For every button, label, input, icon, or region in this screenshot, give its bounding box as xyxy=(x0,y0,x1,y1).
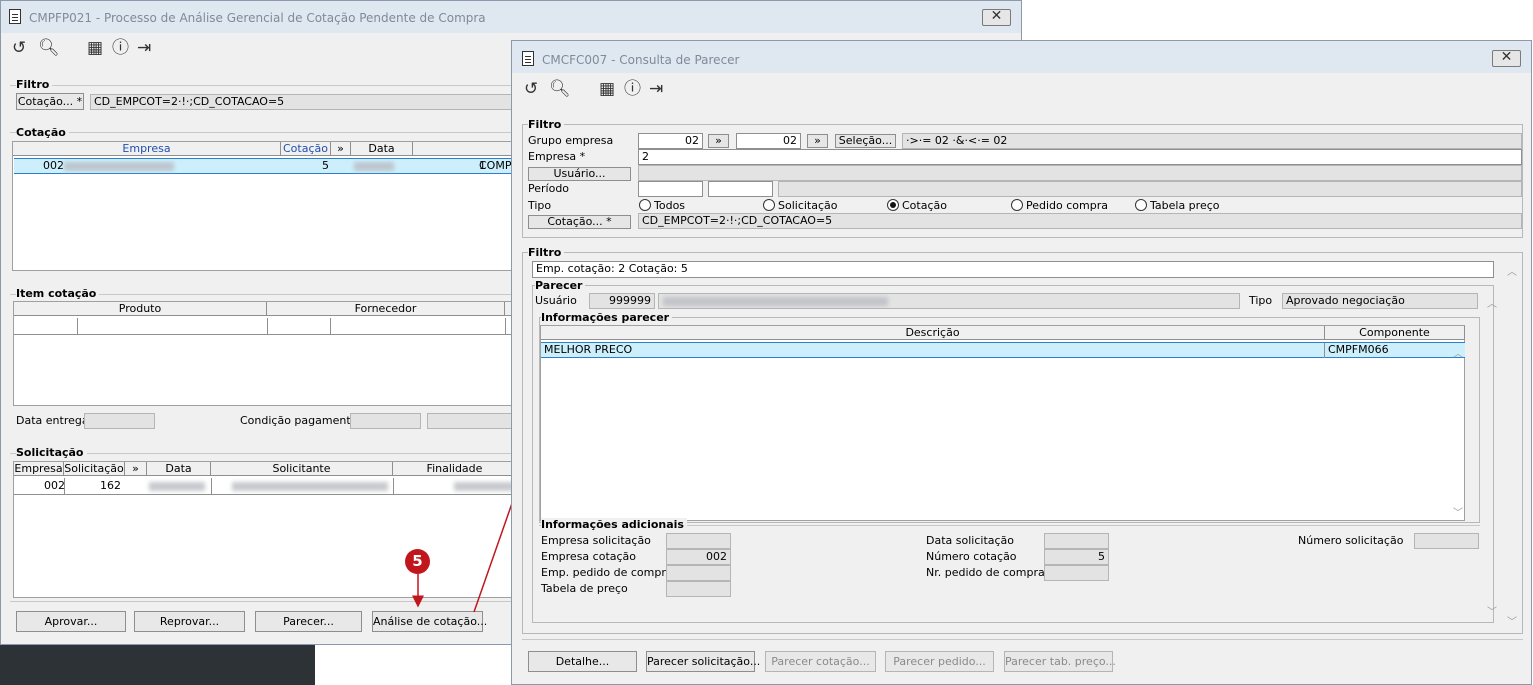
filtro2-title: Filtro xyxy=(528,246,565,259)
periodo-from-field[interactable] xyxy=(638,181,703,197)
data-solicitacao-label: Data solicitação xyxy=(926,534,1015,547)
informacoes-parecer-grid: Descrição Componente MELHOR PRECO CMPFM0… xyxy=(540,325,1465,521)
empresa-label: Empresa * xyxy=(528,150,586,163)
scroll-down-icon[interactable]: ﹀ xyxy=(1487,603,1497,618)
search-icon[interactable]: 🔍︎ xyxy=(549,80,571,98)
exit-icon[interactable]: ⇥ xyxy=(649,80,663,98)
radio-label-todos: Todos xyxy=(654,199,686,212)
radio-label-tabela-preco: Tabela preço xyxy=(1150,199,1220,212)
front-window: CMCFC007 - Consulta de Parecer ✕ ↺ 🔍︎ ▦ … xyxy=(511,40,1532,685)
scroll-up-icon[interactable]: ︿ xyxy=(1507,263,1517,278)
radio-label-cotacao: Cotação xyxy=(902,199,947,212)
radio-label-pedido-compra: Pedido compra xyxy=(1026,199,1108,212)
emp-pedido-field xyxy=(666,565,731,581)
empresa-cotacao-label: Empresa cotação xyxy=(541,550,637,563)
tipo-parecer-field: Aprovado negociação xyxy=(1282,293,1478,309)
numero-solicitacao-field xyxy=(1414,533,1479,549)
radio-pedido-compra[interactable] xyxy=(1011,199,1023,211)
detalhe-button[interactable]: Detalhe... xyxy=(528,651,637,672)
usuario-code-field: 999999 xyxy=(589,293,655,309)
grupo-empresa-from[interactable]: 02 xyxy=(638,133,703,149)
cotacao-filter-field: CD_EMPCOT=2·!·;CD_COTACAO=5 xyxy=(638,213,1522,229)
empresa-field[interactable]: 2 xyxy=(638,149,1522,165)
parecer-solicitacao-button[interactable]: Parecer solicitação... xyxy=(646,651,760,672)
scroll-down-icon[interactable]: ﹀ xyxy=(1507,613,1517,628)
divider xyxy=(522,639,1523,640)
table-row[interactable]: MELHOR PRECO CMPFM066 xyxy=(541,342,1465,358)
radio-solicitacao[interactable] xyxy=(763,199,775,211)
empresa-solicitacao-field xyxy=(666,533,731,549)
informacoes-adicionais-title: Informações adicionais xyxy=(541,518,687,531)
empresa-cotacao-field: 002 xyxy=(666,549,731,565)
selecao-button[interactable]: Seleção... xyxy=(835,134,896,148)
parecer-cotacao-button[interactable]: Parecer cotação... xyxy=(765,651,876,672)
parecer-title: Parecer xyxy=(535,279,586,292)
radio-tabela-preco[interactable] xyxy=(1135,199,1147,211)
tabela-preco-field xyxy=(666,581,731,597)
numero-cotacao-field: 5 xyxy=(1044,549,1109,565)
usuario-field xyxy=(638,165,1522,181)
front-window-title: CMCFC007 - Consulta de Parecer xyxy=(542,53,740,67)
data-solicitacao-field xyxy=(1044,533,1109,549)
radio-cotacao[interactable] xyxy=(887,199,899,211)
help-icon[interactable]: ⓘ xyxy=(624,80,641,98)
cell-componente: CMPFM066 xyxy=(1328,343,1389,356)
column-header-componente[interactable]: Componente xyxy=(1325,326,1465,340)
grupo-to-more-button[interactable]: » xyxy=(807,134,828,148)
scroll-up-icon[interactable]: ︿ xyxy=(1453,345,1463,360)
column-header-descricao[interactable]: Descrição xyxy=(541,326,1325,340)
close-button[interactable]: ✕ xyxy=(1492,50,1521,67)
nr-pedido-field xyxy=(1044,565,1109,581)
usuario-button[interactable]: Usuário... xyxy=(528,167,631,181)
selecao-field: ·>·= 02 ·&·<·= 02 xyxy=(902,133,1522,149)
filtro-title: Filtro xyxy=(528,118,565,131)
tipo-parecer-label: Tipo xyxy=(1249,294,1273,307)
scroll-up-icon[interactable]: ︿ xyxy=(1487,295,1497,310)
numero-cotacao-label: Número cotação xyxy=(926,550,1017,563)
redacted-name xyxy=(663,297,888,306)
parecer-tab-preco-button[interactable]: Parecer tab. preço... xyxy=(1004,651,1116,672)
usuario-name-field xyxy=(658,293,1240,309)
cell-descricao: MELHOR PRECO xyxy=(544,343,633,356)
emp-pedido-label: Emp. pedido de compra xyxy=(541,566,673,579)
parecer-pedido-button[interactable]: Parecer pedido... xyxy=(885,651,994,672)
filtro-summary-field: Emp. cotação: 2 Cotação: 5 xyxy=(532,261,1494,278)
front-window-titlebar: CMCFC007 - Consulta de Parecer ✕ xyxy=(512,41,1531,73)
periodo-to-field[interactable] xyxy=(708,181,773,197)
grupo-empresa-label: Grupo empresa xyxy=(528,134,614,147)
radio-todos[interactable] xyxy=(639,199,651,211)
scroll-down-icon[interactable]: ﹀ xyxy=(1453,504,1463,519)
nr-pedido-label: Nr. pedido de compra xyxy=(926,566,1045,579)
grupo-empresa-to[interactable]: 02 xyxy=(736,133,801,149)
calendar-icon[interactable]: ▦ xyxy=(599,80,615,98)
radio-label-solicitacao: Solicitação xyxy=(778,199,838,212)
numero-solicitacao-label: Número solicitação xyxy=(1298,534,1404,547)
informacoes-parecer-title: Informações parecer xyxy=(541,311,673,324)
cotacao-filter-button[interactable]: Cotação... * xyxy=(528,215,631,229)
usuario-label: Usuário xyxy=(535,294,577,307)
document-icon xyxy=(522,51,534,66)
grupo-from-more-button[interactable]: » xyxy=(708,134,729,148)
periodo-desc-field xyxy=(778,181,1522,197)
empresa-solicitacao-label: Empresa solicitação xyxy=(541,534,651,547)
tabela-preco-label: Tabela de preço xyxy=(541,582,628,595)
tipo-label: Tipo xyxy=(528,199,552,212)
periodo-label: Período xyxy=(528,182,570,195)
refresh-icon[interactable]: ↺ xyxy=(524,80,538,98)
